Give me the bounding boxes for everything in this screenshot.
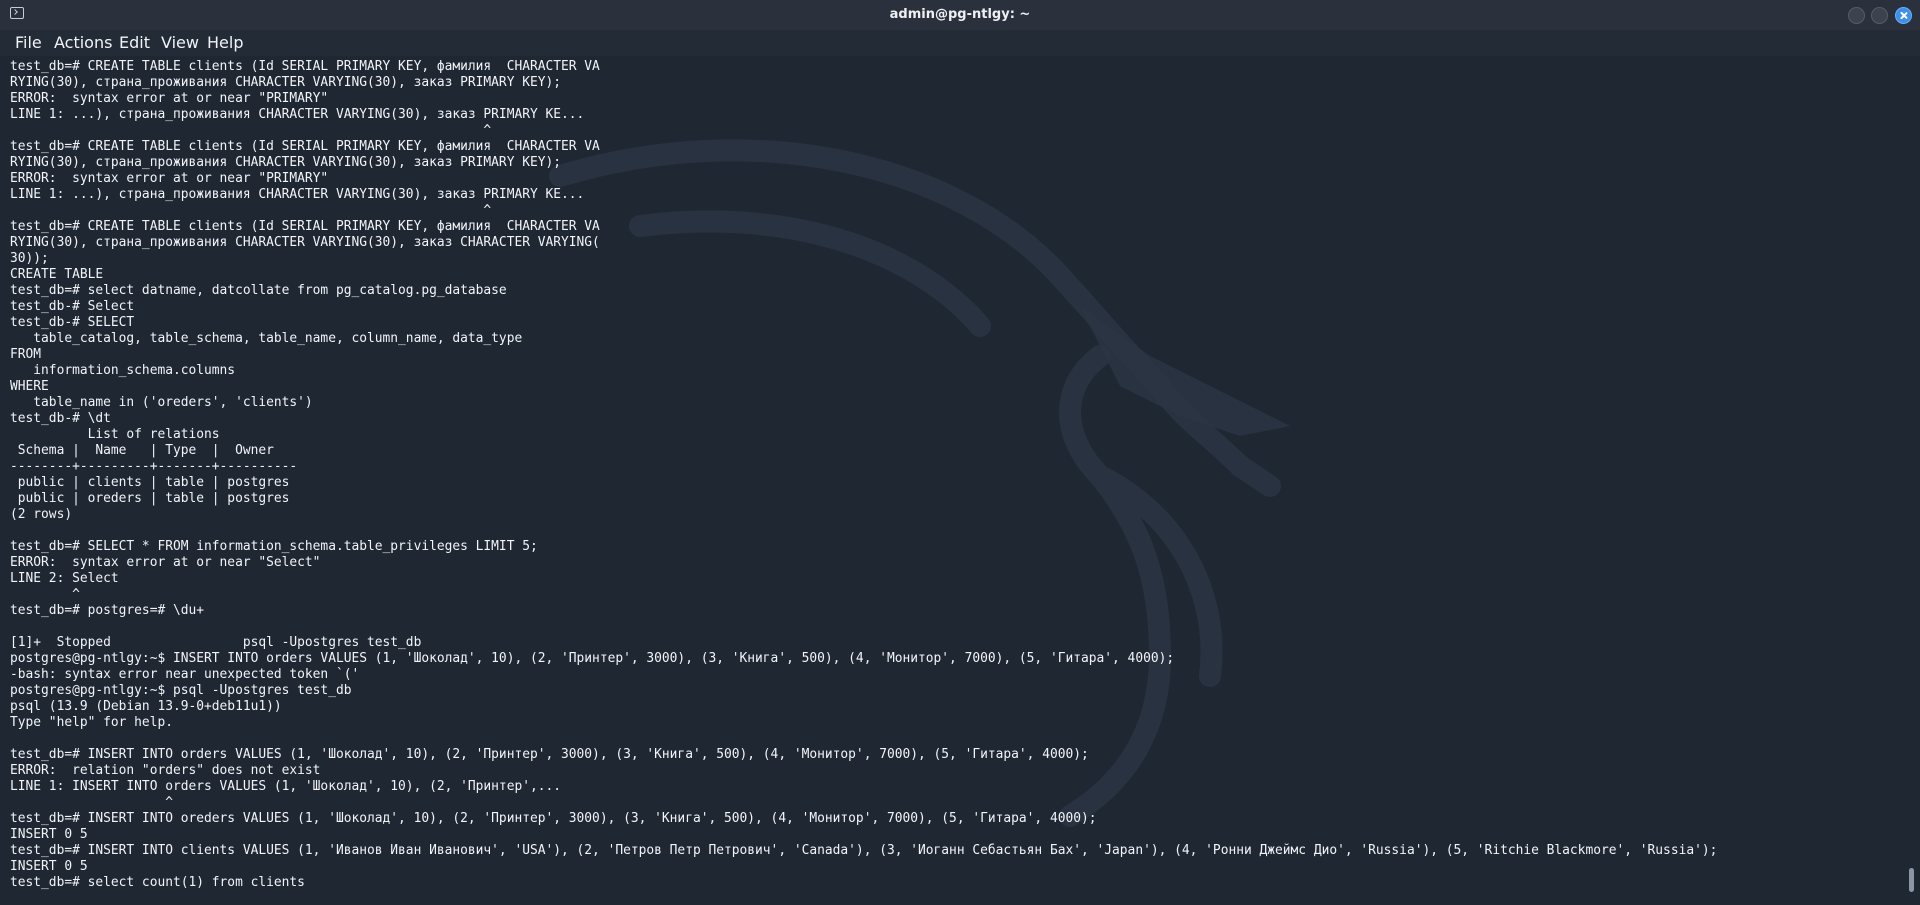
terminal-line: postgres@pg-ntlgy:~$ psql -Upostgres tes… bbox=[10, 683, 352, 698]
terminal-line: RYING(30), страна_проживания CHARACTER V… bbox=[10, 75, 562, 90]
terminal-line: Schema | Name | Type | Owner bbox=[10, 443, 274, 458]
terminal-line: postgres@pg-ntlgy:~$ INSERT INTO orders … bbox=[10, 651, 1175, 666]
maximize-icon[interactable] bbox=[1871, 7, 1888, 24]
terminal-line: 30)); bbox=[10, 251, 49, 266]
terminal-line: ^ bbox=[10, 203, 492, 218]
terminal-line: RYING(30), страна_проживания CHARACTER V… bbox=[10, 235, 600, 250]
menu-view[interactable]: View bbox=[157, 32, 203, 54]
terminal-line: test_db=# INSERT INTO oreders VALUES (1,… bbox=[10, 811, 1097, 826]
terminal-line: [1]+ Stopped psql -Upostgres test_db bbox=[10, 635, 422, 650]
terminal-line: ^ bbox=[10, 123, 492, 138]
terminal-line: CREATE TABLE bbox=[10, 267, 104, 282]
terminal-line: information_schema.columns bbox=[10, 363, 236, 378]
terminal-line: test_db=# select count(1) from clients bbox=[10, 875, 305, 890]
terminal-line: LINE 1: INSERT INTO orders VALUES (1, 'Ш… bbox=[10, 779, 562, 794]
terminal-line: ERROR: relation "orders" does not exist bbox=[10, 763, 321, 778]
terminal-line: test_db=# INSERT INTO clients VALUES (1,… bbox=[10, 843, 1718, 858]
title-bar[interactable]: admin@pg-ntlgy: ~ bbox=[0, 0, 1920, 30]
terminal-line: test_db=# SELECT * FROM information_sche… bbox=[10, 539, 538, 554]
scrollbar-thumb[interactable] bbox=[1909, 868, 1914, 892]
terminal-line: LINE 1: ...), страна_проживания CHARACTE… bbox=[10, 107, 585, 122]
terminal-line: LINE 1: ...), страна_проживания CHARACTE… bbox=[10, 187, 585, 202]
terminal-line: FROM bbox=[10, 347, 42, 362]
terminal-line: INSERT 0 5 bbox=[10, 827, 88, 842]
terminal-line: test_db-# \dt bbox=[10, 411, 111, 426]
terminal-line: test_db=# select datname, datcollate fro… bbox=[10, 283, 507, 298]
terminal-line: test_db-# Select bbox=[10, 299, 135, 314]
terminal-line: table_catalog, table_schema, table_name,… bbox=[10, 331, 523, 346]
terminal-line: test_db=# CREATE TABLE clients (Id SERIA… bbox=[10, 139, 600, 154]
menu-actions[interactable]: Actions bbox=[50, 32, 116, 54]
terminal-line: --------+---------+-------+---------- bbox=[10, 459, 298, 474]
terminal-line: test_db=# CREATE TABLE clients (Id SERIA… bbox=[10, 59, 600, 74]
terminal-line: LINE 2: Select bbox=[10, 571, 119, 586]
terminal-window: admin@pg-ntlgy: ~ File Actions Edit View… bbox=[0, 0, 1920, 905]
terminal-line: RYING(30), страна_проживания CHARACTER V… bbox=[10, 155, 562, 170]
terminal-line: table_name in ('oreders', 'clients') bbox=[10, 395, 313, 410]
close-icon[interactable] bbox=[1895, 7, 1912, 24]
terminal-line: (2 rows) bbox=[10, 507, 73, 522]
terminal-line: Type "help" for help. bbox=[10, 715, 173, 730]
terminal-line: ^ bbox=[10, 587, 80, 602]
terminal-line: test_db=# INSERT INTO orders VALUES (1, … bbox=[10, 747, 1089, 762]
terminal-line: ERROR: syntax error at or near "PRIMARY" bbox=[10, 171, 329, 186]
terminal-lines: test_db=# CREATE TABLE clients (Id SERIA… bbox=[10, 59, 1890, 891]
terminal-line: psql (13.9 (Debian 13.9-0+deb11u1)) bbox=[10, 699, 282, 714]
menu-edit[interactable]: Edit bbox=[115, 32, 154, 54]
terminal-line: List of relations bbox=[10, 427, 220, 442]
terminal-line: public | clients | table | postgres bbox=[10, 475, 290, 490]
terminal-line: WHERE bbox=[10, 379, 49, 394]
terminal-line: test_db=# CREATE TABLE clients (Id SERIA… bbox=[10, 219, 600, 234]
terminal-line: ERROR: syntax error at or near "Select" bbox=[10, 555, 321, 570]
menu-bar: File Actions Edit View Help bbox=[0, 30, 1920, 56]
menu-file[interactable]: File bbox=[11, 32, 46, 54]
minimize-icon[interactable] bbox=[1848, 7, 1865, 24]
terminal-output[interactable]: test_db=# CREATE TABLE clients (Id SERIA… bbox=[0, 56, 1920, 905]
terminal-line: public | oreders | table | postgres bbox=[10, 491, 290, 506]
terminal-line: test_db=# postgres=# \du+ bbox=[10, 603, 205, 618]
terminal-line: test_db-# SELECT bbox=[10, 315, 135, 330]
terminal-line: INSERT 0 5 bbox=[10, 859, 88, 874]
terminal-line: -bash: syntax error near unexpected toke… bbox=[10, 667, 360, 682]
terminal-line: ERROR: syntax error at or near "PRIMARY" bbox=[10, 91, 329, 106]
menu-help[interactable]: Help bbox=[203, 32, 247, 54]
terminal-line: ^ bbox=[10, 795, 173, 810]
window-title: admin@pg-ntlgy: ~ bbox=[889, 7, 1031, 22]
